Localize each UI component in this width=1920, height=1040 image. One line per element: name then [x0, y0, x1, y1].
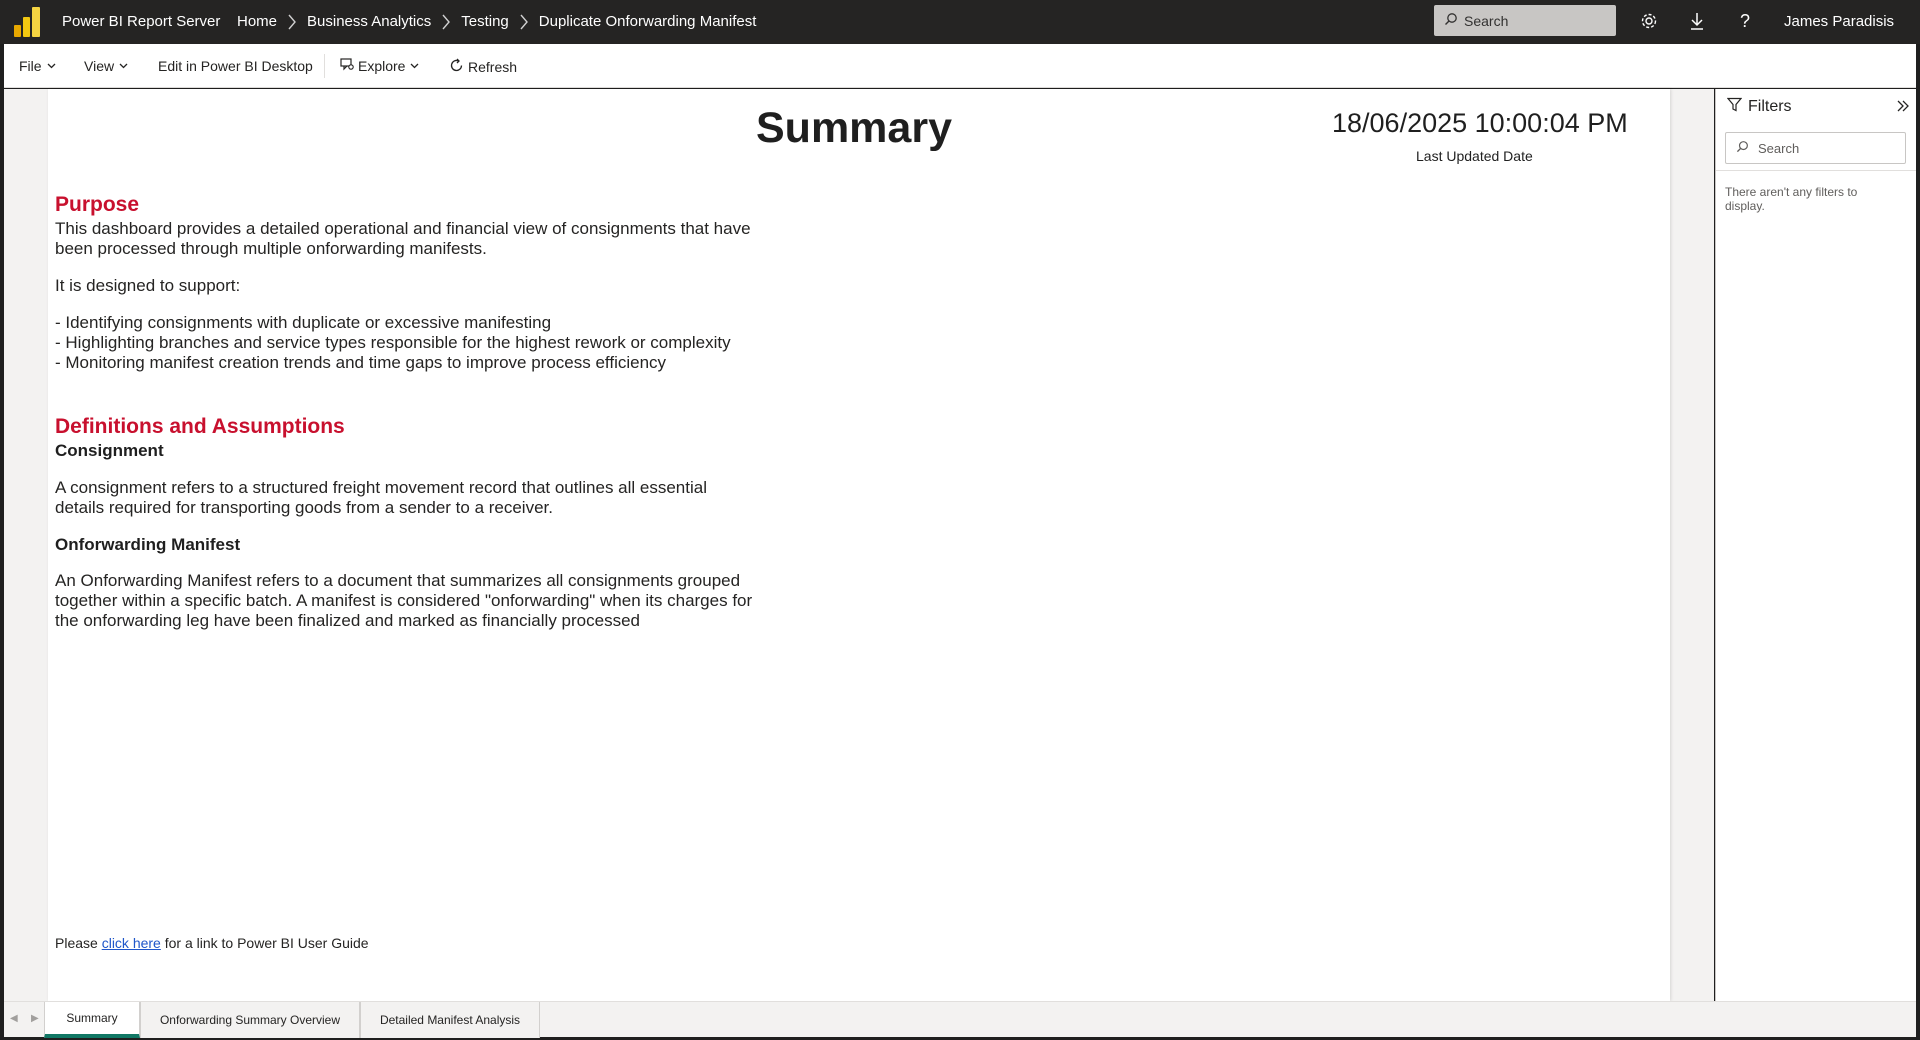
filter-search-input[interactable]: Search — [1725, 132, 1906, 164]
user-guide-link[interactable]: click here — [102, 935, 161, 951]
consignment-heading: Consignment — [55, 441, 164, 460]
explore-menu-label: Explore — [358, 58, 406, 74]
command-bar: File View Edit in Power BI Desktop Explo… — [4, 44, 1916, 88]
search-icon — [1736, 140, 1749, 156]
top-header: Power BI Report Server Home Business Ana… — [0, 0, 1920, 44]
tab-detailed-manifest-analysis[interactable]: Detailed Manifest Analysis — [360, 1002, 540, 1038]
header-search-placeholder: Search — [1464, 12, 1509, 29]
filters-divider — [1716, 170, 1916, 171]
tab-summary[interactable]: Summary — [44, 1002, 140, 1038]
chevron-right-icon — [287, 14, 297, 30]
purpose-heading: Purpose — [55, 193, 140, 216]
support-item: - Highlighting branches and service type… — [55, 333, 731, 352]
refresh-label: Refresh — [468, 59, 518, 75]
refresh-icon — [449, 58, 464, 76]
definitions-heading: Definitions and Assumptions — [55, 415, 345, 438]
gear-icon[interactable] — [1638, 10, 1660, 32]
support-item: - Identifying consignments with duplicat… — [55, 313, 552, 332]
manifest-line: An Onforwarding Manifest refers to a doc… — [55, 571, 741, 590]
page-tab-bar: ◀ ▶ Summary Onforwarding Summary Overvie… — [4, 1001, 1916, 1038]
explore-menu-button[interactable]: Explore — [340, 58, 419, 74]
breadcrumb-business-analytics[interactable]: Business Analytics — [307, 13, 431, 30]
chevron-down-icon — [47, 61, 56, 72]
tab-onforwarding-summary-label: Onforwarding Summary Overview — [159, 1013, 341, 1027]
help-icon[interactable]: ? — [1734, 10, 1756, 32]
purpose-line: been processed through multiple onforwar… — [55, 239, 487, 258]
filters-header: Filters — [1726, 97, 1792, 117]
chevron-down-icon — [410, 61, 419, 72]
file-menu-button[interactable]: File — [19, 58, 56, 74]
power-bi-logo-icon[interactable] — [14, 7, 42, 37]
tab-scroll-left-icon[interactable]: ◀ — [10, 1013, 18, 1024]
last-updated-label: Last Updated Date — [1416, 148, 1533, 164]
user-guide-note: Please click here for a link to Power BI… — [55, 935, 369, 951]
page-title: Summary — [756, 104, 952, 152]
footer-suffix: for a link to Power BI User Guide — [160, 935, 369, 951]
refresh-button[interactable]: Refresh — [449, 58, 517, 76]
tab-detailed-manifest-label: Detailed Manifest Analysis — [379, 1013, 521, 1027]
support-intro: It is designed to support: — [55, 276, 241, 295]
search-icon — [1444, 12, 1458, 29]
purpose-text: This dashboard provides a detailed opera… — [55, 219, 751, 259]
manifest-text: An Onforwarding Manifest refers to a doc… — [55, 571, 752, 631]
breadcrumb: Home Business Analytics Testing Duplicat… — [237, 13, 756, 30]
manifest-line: together within a specific batch. A mani… — [55, 591, 753, 610]
chevron-right-icon — [519, 14, 529, 30]
app-title[interactable]: Power BI Report Server — [62, 13, 220, 30]
purpose-line: This dashboard provides a detailed opera… — [55, 219, 751, 238]
chevron-right-icon — [441, 14, 451, 30]
manifest-heading: Onforwarding Manifest — [55, 535, 241, 554]
footer-prefix: Please — [55, 935, 102, 951]
collapse-filters-icon[interactable] — [1896, 99, 1910, 118]
breadcrumb-testing[interactable]: Testing — [461, 13, 509, 30]
tab-onforwarding-summary-overview[interactable]: Onforwarding Summary Overview — [140, 1002, 360, 1038]
filters-title: Filters — [1748, 98, 1792, 115]
view-menu-label: View — [84, 58, 115, 74]
explore-icon — [340, 58, 354, 74]
tab-summary-label: Summary — [66, 1011, 118, 1025]
user-name[interactable]: James Paradisis — [1784, 13, 1894, 30]
support-item: - Monitoring manifest creation trends an… — [55, 353, 667, 372]
edit-in-desktop-button[interactable]: Edit in Power BI Desktop — [158, 58, 313, 74]
consignment-line: A consignment refers to a structured fre… — [55, 478, 707, 497]
chevron-down-icon — [119, 61, 128, 72]
edit-in-desktop-label: Edit in Power BI Desktop — [158, 58, 313, 74]
manifest-line: the onforwarding leg have been finalized… — [55, 611, 640, 630]
file-menu-label: File — [19, 58, 42, 74]
consignment-line: details required for transporting goods … — [55, 498, 553, 517]
filter-search-placeholder: Search — [1758, 140, 1800, 156]
header-search-box[interactable]: Search — [1434, 5, 1616, 36]
breadcrumb-home[interactable]: Home — [237, 13, 277, 30]
support-list: - Identifying consignments with duplicat… — [55, 313, 731, 373]
filters-empty-message: There aren't any filters to display. — [1725, 185, 1858, 213]
view-menu-button[interactable]: View — [84, 58, 128, 74]
filters-pane: Filters Search There aren't any filters … — [1715, 89, 1916, 1001]
filter-funnel-icon — [1726, 97, 1743, 117]
toolbar-divider — [324, 54, 325, 78]
tab-scroll-right-icon[interactable]: ▶ — [31, 1013, 39, 1024]
download-icon[interactable] — [1686, 10, 1708, 32]
consignment-text: A consignment refers to a structured fre… — [55, 478, 707, 518]
last-updated-value: 18/06/2025 10:00:04 PM — [1332, 108, 1628, 138]
breadcrumb-current-report: Duplicate Onforwarding Manifest — [538, 13, 757, 30]
